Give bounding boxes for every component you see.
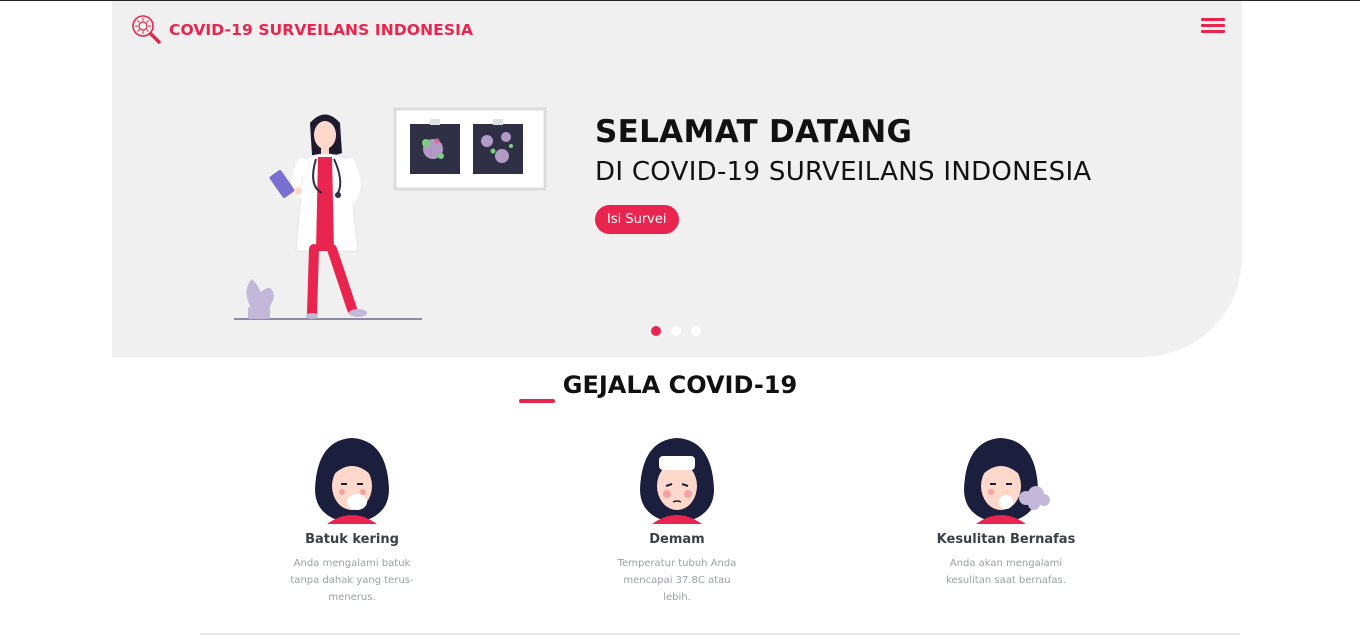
carousel-dot-2[interactable] bbox=[671, 326, 681, 336]
section-title: GEJALA COVID-19 bbox=[562, 371, 798, 399]
divider bbox=[200, 633, 1240, 635]
brand-name: COVID-19 SURVEILANS INDONESIA bbox=[169, 21, 474, 39]
carousel-dot-1[interactable] bbox=[651, 326, 661, 336]
hero-banner: COVID-19 SURVEILANS INDONESIA SELAMAT DA… bbox=[112, 1, 1242, 357]
symptom-description: Anda mengalami batuk tanpa dahak yang te… bbox=[290, 558, 414, 603]
symptom-card-batuk: Batuk kering Anda mengalami batuk tanpa … bbox=[252, 434, 452, 606]
carousel-indicators bbox=[651, 326, 701, 336]
breathing-difficulty-woman-icon bbox=[964, 438, 1050, 524]
symptom-name: Kesulitan Bernafas bbox=[936, 532, 1076, 547]
fever-woman-icon bbox=[640, 438, 714, 524]
symptom-card-demam: Demam Temperatur tubuh Anda mencapai 37.… bbox=[577, 434, 777, 606]
carousel-dot-3[interactable] bbox=[691, 326, 701, 336]
symptom-name: Demam bbox=[649, 532, 705, 547]
symptom-description: Anda akan mengalami kesulitan saat berna… bbox=[946, 558, 1066, 586]
virus-search-logo-icon bbox=[132, 15, 161, 44]
symptom-description: Temperatur tubuh Anda mencapai 37.8C ata… bbox=[617, 558, 737, 603]
title-underline bbox=[519, 399, 555, 403]
hero-title: SELAMAT DATANG bbox=[595, 114, 913, 150]
symptom-name: Batuk kering bbox=[305, 532, 399, 547]
symptom-card-bernafas: Kesulitan Bernafas Anda akan mengalami k… bbox=[906, 434, 1106, 589]
brand[interactable]: COVID-19 SURVEILANS INDONESIA bbox=[130, 13, 473, 47]
hero-subtitle: DI COVID-19 SURVEILANS INDONESIA bbox=[595, 157, 1092, 187]
hero-text-block: SELAMAT DATANG DI COVID-19 SURVEILANS IN… bbox=[595, 114, 1092, 234]
coughing-woman-icon bbox=[315, 438, 389, 524]
hamburger-menu-icon[interactable] bbox=[1201, 18, 1225, 36]
isi-survei-button[interactable]: Isi Survei bbox=[595, 205, 679, 234]
doctor-illustration bbox=[234, 107, 547, 320]
